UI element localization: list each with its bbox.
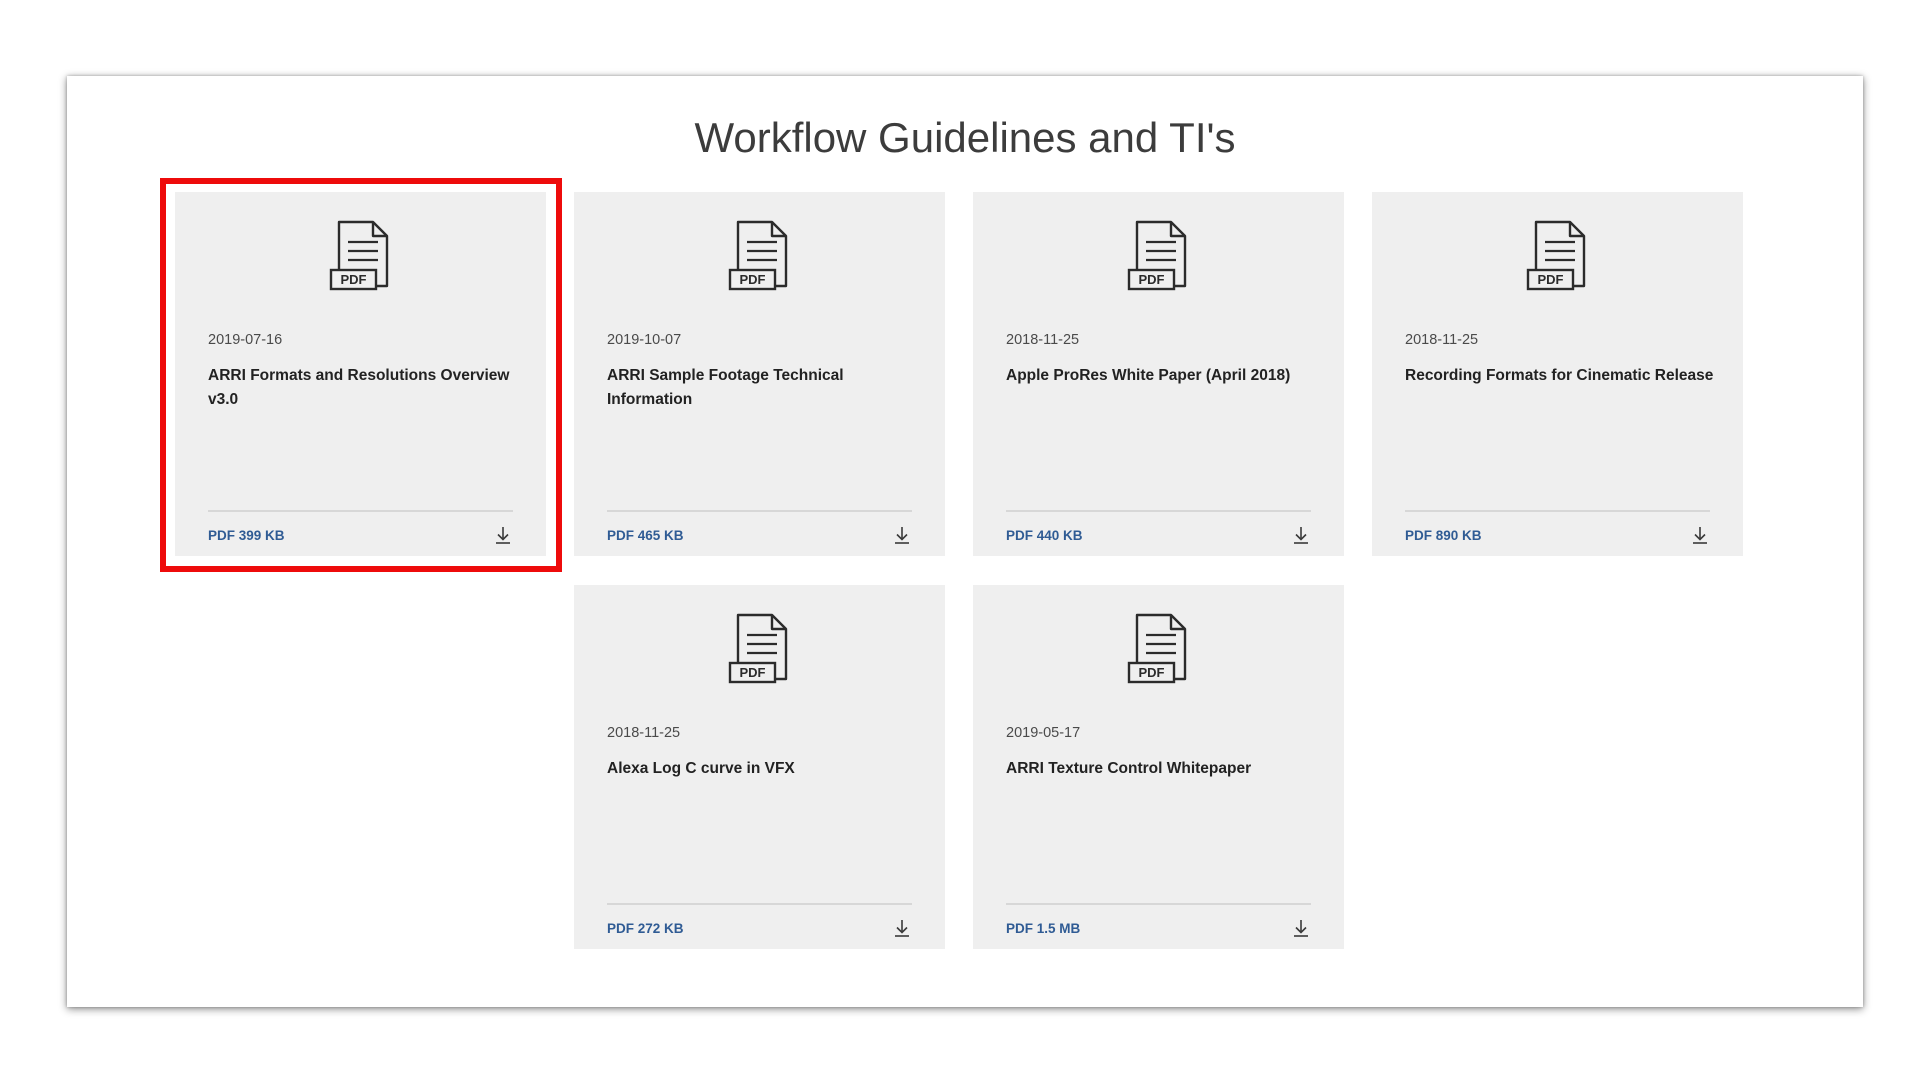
pdf-badge-label: PDF bbox=[341, 272, 367, 287]
download-icon[interactable] bbox=[892, 918, 912, 938]
document-date: 2019-07-16 bbox=[208, 332, 283, 348]
card-divider bbox=[1006, 903, 1311, 905]
document-title[interactable]: Alexa Log C curve in VFX bbox=[607, 757, 917, 781]
document-title[interactable]: Apple ProRes White Paper (April 2018) bbox=[1006, 364, 1316, 388]
document-title[interactable]: Recording Formats for Cinematic Release bbox=[1405, 364, 1715, 388]
document-title[interactable]: ARRI Texture Control Whitepaper bbox=[1006, 757, 1316, 781]
pdf-badge-label: PDF bbox=[1139, 272, 1165, 287]
card-divider bbox=[607, 903, 912, 905]
card-divider bbox=[1405, 510, 1710, 512]
document-file-info[interactable]: PDF 1.5 MB bbox=[1006, 921, 1080, 936]
download-icon[interactable] bbox=[493, 525, 513, 545]
download-icon[interactable] bbox=[1291, 525, 1311, 545]
document-card[interactable]: PDF 2018-11-25 Recording Formats for Cin… bbox=[1372, 192, 1743, 556]
document-file-info[interactable]: PDF 890 KB bbox=[1405, 528, 1482, 543]
document-date: 2018-11-25 bbox=[1006, 332, 1080, 348]
document-card[interactable]: PDF 2018-11-25 Alexa Log C curve in VFX … bbox=[574, 585, 945, 949]
card-divider bbox=[208, 510, 513, 512]
document-title[interactable]: ARRI Formats and Resolutions Overview v3… bbox=[208, 364, 518, 412]
document-file-info[interactable]: PDF 399 KB bbox=[208, 528, 285, 543]
card-divider bbox=[607, 510, 912, 512]
document-date: 2018-11-25 bbox=[607, 725, 681, 741]
document-title[interactable]: ARRI Sample Footage Technical Informatio… bbox=[607, 364, 917, 412]
document-date: 2018-11-25 bbox=[1405, 332, 1479, 348]
pdf-badge-label: PDF bbox=[1139, 665, 1165, 680]
pdf-badge-label: PDF bbox=[1538, 272, 1564, 287]
download-icon[interactable] bbox=[1291, 918, 1311, 938]
pdf-badge-label: PDF bbox=[740, 665, 766, 680]
section-title: Workflow Guidelines and TI's bbox=[694, 114, 1236, 161]
pdf-badge-label: PDF bbox=[740, 272, 766, 287]
pdf-document-icon: PDF bbox=[1127, 613, 1187, 684]
document-card[interactable]: PDF 2019-05-17 ARRI Texture Control Whit… bbox=[973, 585, 1344, 949]
document-file-info[interactable]: PDF 272 KB bbox=[607, 921, 684, 936]
document-card[interactable]: PDF 2019-10-07 ARRI Sample Footage Techn… bbox=[574, 192, 945, 556]
document-card[interactable]: PDF 2019-07-16 ARRI Formats and Resoluti… bbox=[175, 192, 546, 556]
pdf-document-icon: PDF bbox=[329, 220, 389, 291]
pdf-document-icon: PDF bbox=[728, 613, 788, 684]
document-date: 2019-05-17 bbox=[1006, 725, 1081, 741]
pdf-document-icon: PDF bbox=[1127, 220, 1187, 291]
document-file-info[interactable]: PDF 465 KB bbox=[607, 528, 684, 543]
document-file-info[interactable]: PDF 440 KB bbox=[1006, 528, 1083, 543]
document-card[interactable]: PDF 2018-11-25 Apple ProRes White Paper … bbox=[973, 192, 1344, 556]
download-icon[interactable] bbox=[1690, 525, 1710, 545]
card-divider bbox=[1006, 510, 1311, 512]
document-date: 2019-10-07 bbox=[607, 332, 682, 348]
pdf-document-icon: PDF bbox=[728, 220, 788, 291]
download-icon[interactable] bbox=[892, 525, 912, 545]
pdf-document-icon: PDF bbox=[1526, 220, 1586, 291]
